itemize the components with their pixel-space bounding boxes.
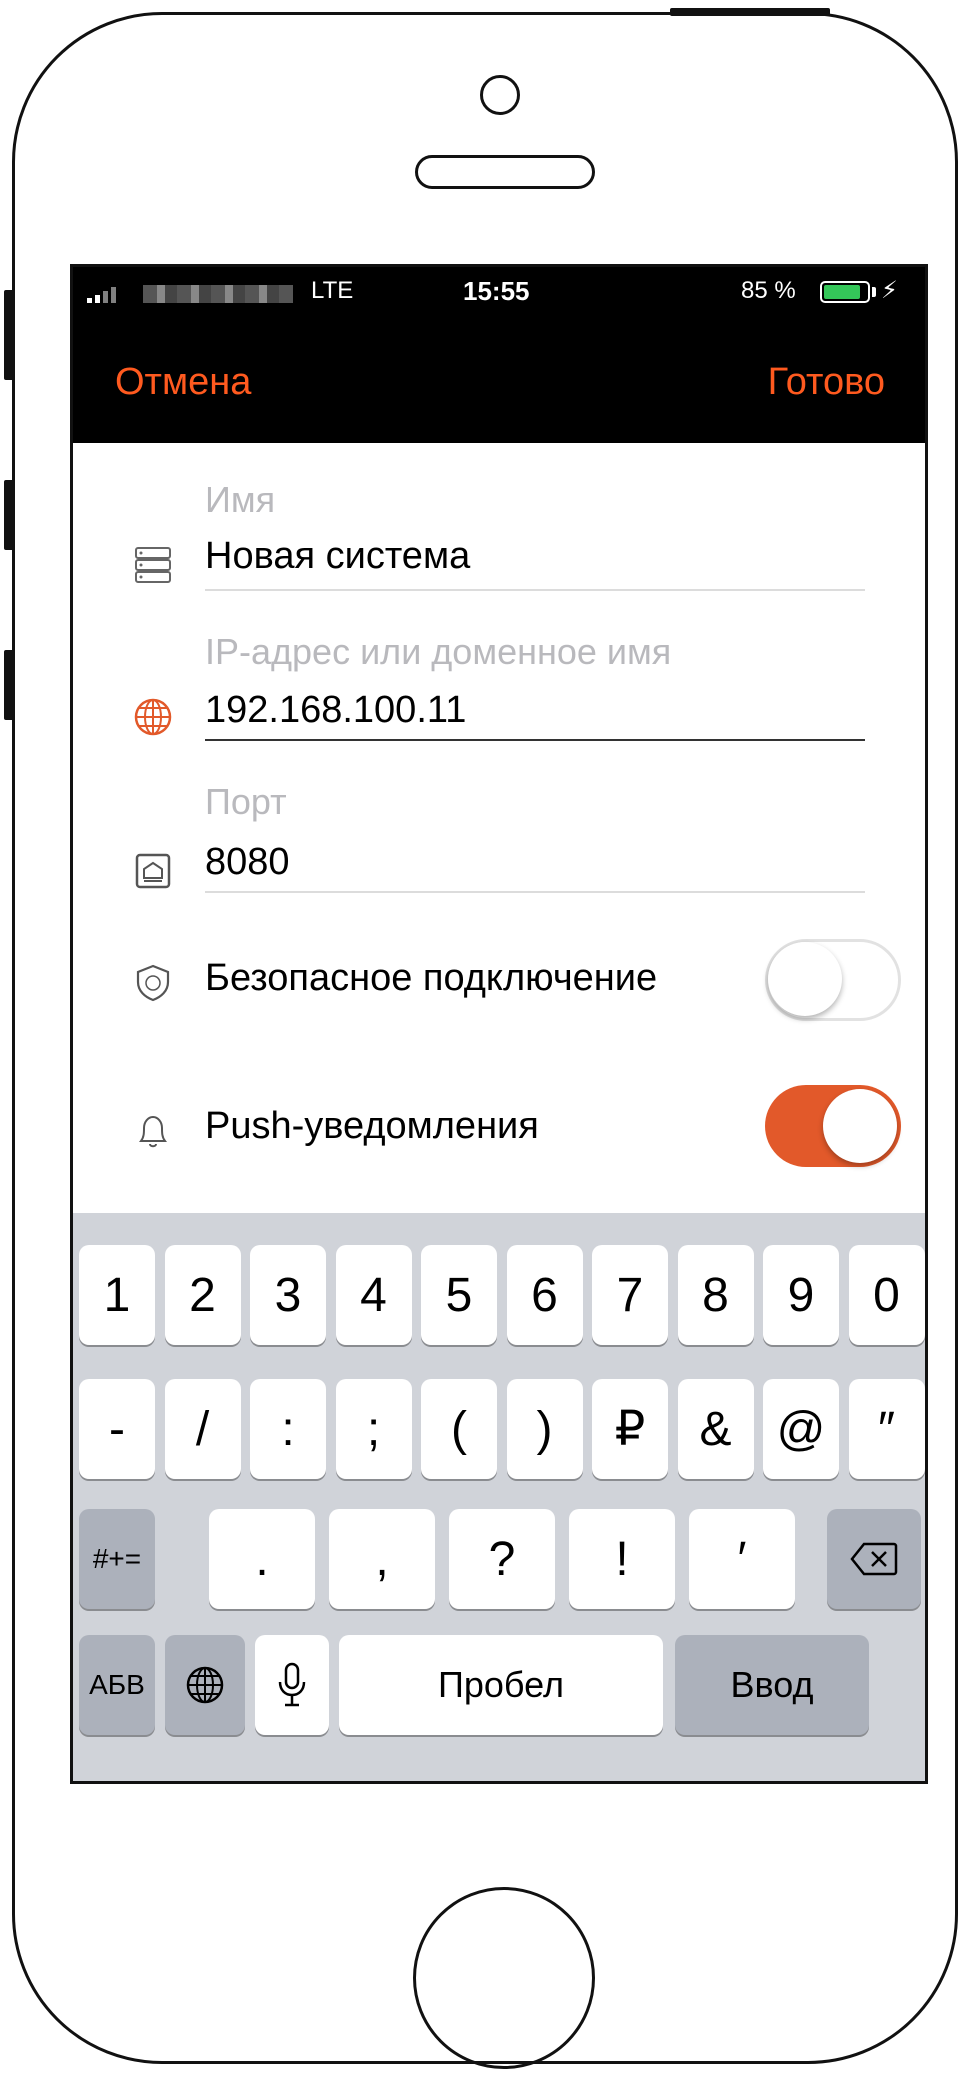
key[interactable]: . <box>209 1509 315 1609</box>
nav-bar: Отмена Готово <box>73 315 925 443</box>
key[interactable]: 5 <box>421 1245 497 1345</box>
home-button[interactable] <box>413 1887 595 2069</box>
name-underline <box>205 589 865 591</box>
address-field-group: IP-адрес или доменное имя 192.168.100.11 <box>73 593 925 743</box>
backspace-icon <box>850 1542 898 1576</box>
language-key[interactable] <box>165 1635 245 1735</box>
key[interactable]: ( <box>421 1379 497 1479</box>
push-notifications-toggle[interactable] <box>765 1085 901 1167</box>
key[interactable]: & <box>677 1379 754 1479</box>
key[interactable]: , <box>329 1509 435 1609</box>
key[interactable]: 1 <box>79 1245 155 1345</box>
toggle-knob <box>768 942 842 1016</box>
earpiece-speaker <box>415 155 595 189</box>
server-icon <box>135 547 171 583</box>
secure-connection-row: Безопасное подключение <box>73 927 925 1057</box>
power-button <box>670 8 830 16</box>
signal-icon <box>87 287 116 303</box>
key[interactable]: : <box>250 1379 326 1479</box>
key[interactable]: ″ <box>848 1379 925 1479</box>
name-label: Имя <box>205 479 276 520</box>
globe-icon <box>186 1666 224 1704</box>
battery-percent: 85 % <box>741 277 796 304</box>
bell-icon <box>139 1115 167 1148</box>
front-camera <box>480 75 520 115</box>
clock: 15:55 <box>463 276 530 306</box>
key[interactable]: 7 <box>592 1245 668 1345</box>
key[interactable]: / <box>164 1379 241 1479</box>
network-type: LTE <box>311 277 354 304</box>
charging-icon: ⚡ <box>881 277 898 304</box>
key[interactable]: ; <box>335 1379 412 1479</box>
globe-icon <box>134 698 172 736</box>
key[interactable]: ) <box>506 1379 583 1479</box>
key[interactable]: ? <box>449 1509 555 1609</box>
key[interactable]: @ <box>763 1379 839 1479</box>
space-key[interactable]: Пробел <box>339 1635 663 1735</box>
secure-connection-label: Безопасное подключение <box>205 957 658 999</box>
done-button[interactable]: Готово <box>768 361 885 404</box>
port-icon <box>135 853 171 889</box>
more-symbols-key[interactable]: #+= <box>79 1509 155 1609</box>
key[interactable]: 9 <box>763 1245 839 1345</box>
secure-connection-toggle[interactable] <box>765 939 901 1021</box>
ssl-shield-icon <box>136 964 170 1002</box>
carrier-name-redacted <box>143 285 293 303</box>
port-input[interactable]: 8080 <box>205 841 290 884</box>
key[interactable]: - <box>79 1379 155 1479</box>
port-label: Порт <box>205 781 287 822</box>
address-label: IP-адрес или доменное имя <box>205 631 672 672</box>
name-field-group: Имя Новая система <box>73 443 925 593</box>
key[interactable]: 6 <box>506 1245 583 1345</box>
abc-key[interactable]: АБВ <box>79 1635 155 1735</box>
volume-up-button <box>4 480 14 550</box>
push-notifications-row: Push-уведомления <box>73 1077 925 1207</box>
key[interactable]: 0 <box>848 1245 925 1345</box>
key[interactable]: ! <box>569 1509 675 1609</box>
name-input[interactable]: Новая система <box>205 535 470 578</box>
battery-icon <box>820 281 870 303</box>
port-field-group: Порт 8080 <box>73 743 925 893</box>
port-underline <box>205 891 865 893</box>
status-bar: LTE 15:55 85 % ⚡ <box>73 267 925 315</box>
screen: LTE 15:55 85 % ⚡ Отмена Готово Имя Новая… <box>70 264 928 1784</box>
key[interactable]: ₽ <box>592 1379 668 1479</box>
push-notifications-label: Push-уведомления <box>205 1105 539 1147</box>
address-input[interactable]: 192.168.100.11 <box>205 689 466 732</box>
address-underline <box>205 739 865 741</box>
keyboard: 1234567890 - /:;() ₽ & @ ″ #+= .,?! ′ АБВ <box>73 1213 925 1781</box>
volume-down-button <box>4 650 14 720</box>
backspace-key[interactable] <box>827 1509 921 1609</box>
microphone-icon <box>278 1662 306 1707</box>
key[interactable]: 2 <box>164 1245 241 1345</box>
key[interactable]: 3 <box>250 1245 326 1345</box>
battery-tip <box>872 287 876 297</box>
mute-switch <box>4 290 14 380</box>
cancel-button[interactable]: Отмена <box>115 361 251 404</box>
dictation-key[interactable] <box>255 1635 329 1735</box>
return-key[interactable]: Ввод <box>675 1635 869 1735</box>
key[interactable]: 4 <box>335 1245 412 1345</box>
key[interactable]: 8 <box>677 1245 754 1345</box>
key[interactable]: ′ <box>689 1509 795 1609</box>
toggle-knob <box>823 1089 897 1163</box>
